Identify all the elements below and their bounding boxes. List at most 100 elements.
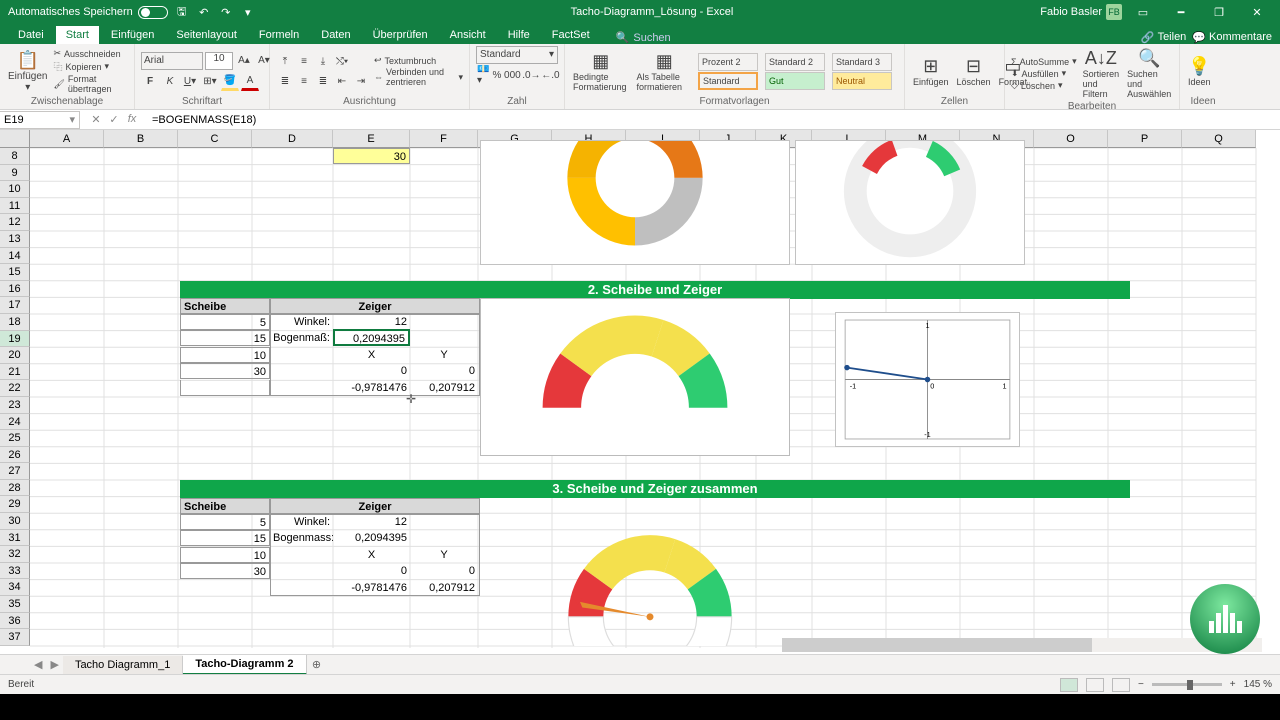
chart-donut-1[interactable] <box>480 140 790 265</box>
row-header-18[interactable]: 18 <box>0 314 30 331</box>
indent-inc-icon[interactable]: ⇥ <box>352 72 370 90</box>
cell-c33[interactable]: 30 <box>180 563 270 579</box>
tab-datei[interactable]: Datei <box>8 26 54 44</box>
row-header-15[interactable]: 15 <box>0 264 30 281</box>
tab-factset[interactable]: FactSet <box>542 26 600 44</box>
currency-icon[interactable]: 💶▾ <box>476 66 490 84</box>
ideas-button[interactable]: 💡Ideen <box>1186 54 1213 89</box>
col-header-d[interactable]: D <box>252 130 333 148</box>
fill-button[interactable]: ⬇ Ausfüllen ▾ <box>1011 68 1077 79</box>
cell-f21[interactable]: 0 <box>410 363 478 379</box>
share-button[interactable]: 🔗 Teilen <box>1141 31 1186 44</box>
chart-scatter-pointer[interactable]: 1 -1 -1 1 0 <box>835 312 1020 447</box>
select-all-corner[interactable] <box>0 130 30 148</box>
style-standard[interactable]: Standard <box>698 72 758 90</box>
cell-e30[interactable]: 12 <box>333 514 410 530</box>
cell-e22[interactable]: -0,9781476 <box>333 380 410 396</box>
horizontal-scrollbar[interactable] <box>782 638 1262 652</box>
cell-c32[interactable]: 10 <box>180 547 270 563</box>
cell-e20[interactable]: X <box>333 347 410 363</box>
row-header-10[interactable]: 10 <box>0 181 30 198</box>
add-sheet-button[interactable]: ⊕ <box>307 658 327 671</box>
merge-center-button[interactable]: ⇔ Verbinden und zentrieren ▾ <box>374 67 463 87</box>
col-header-e[interactable]: E <box>333 130 410 148</box>
cell-d19[interactable]: Bogenmaß: <box>270 330 333 346</box>
border-button[interactable]: ⊞▾ <box>201 73 219 91</box>
close-icon[interactable]: ✕ <box>1240 0 1274 24</box>
sheet-tab-1[interactable]: Tacho Diagramm_1 <box>63 656 183 674</box>
clear-button[interactable]: ◇ Löschen ▾ <box>1011 80 1077 91</box>
cell-e34[interactable]: -0,9781476 <box>333 580 410 596</box>
comments-button[interactable]: 💬 Kommentare <box>1192 31 1272 44</box>
row-header-32[interactable]: 32 <box>0 546 30 563</box>
col-header-b[interactable]: B <box>104 130 178 148</box>
cell-e18[interactable]: 12 <box>333 314 410 330</box>
row-header-28[interactable]: 28 <box>0 480 30 497</box>
tab-ueberpruefen[interactable]: Überprüfen <box>363 26 438 44</box>
zoom-out-icon[interactable]: − <box>1138 679 1144 690</box>
row-header-16[interactable]: 16 <box>0 281 30 298</box>
font-size-select[interactable]: 10 <box>205 52 233 70</box>
enter-formula-icon[interactable]: ✓ <box>106 113 122 126</box>
number-format-select[interactable]: Standard▾ <box>476 46 558 64</box>
cell-c18[interactable]: 5 <box>180 314 270 330</box>
row-header-12[interactable]: 12 <box>0 214 30 231</box>
minimize-icon[interactable]: ━ <box>1164 0 1198 24</box>
zoom-level[interactable]: 145 % <box>1244 679 1272 690</box>
align-top-icon[interactable]: ⤒ <box>276 52 294 70</box>
insert-cells-button[interactable]: ⊞Einfügen <box>911 54 951 89</box>
font-name-select[interactable]: Arial <box>141 52 203 70</box>
row-header-11[interactable]: 11 <box>0 198 30 215</box>
cell-c31[interactable]: 15 <box>180 530 270 546</box>
zoom-slider[interactable] <box>1152 683 1222 686</box>
indent-dec-icon[interactable]: ⇤ <box>333 72 351 90</box>
format-table-button[interactable]: ▦Als Tabelle formatieren <box>635 49 694 94</box>
sort-filter-button[interactable]: A↓ZSortieren und Filtern <box>1081 46 1122 101</box>
worksheet-area[interactable]: ABCDEFGHIJKLMNOPQ 8910111213141516171819… <box>0 130 1280 650</box>
tab-ansicht[interactable]: Ansicht <box>440 26 496 44</box>
copy-button[interactable]: ⿻Kopieren ▾ <box>53 60 128 73</box>
tab-einfuegen[interactable]: Einfügen <box>101 26 164 44</box>
row-header-31[interactable]: 31 <box>0 530 30 547</box>
row-header-9[interactable]: 9 <box>0 165 30 182</box>
row-header-27[interactable]: 27 <box>0 463 30 480</box>
cell-e31[interactable]: 0,2094395 <box>333 530 410 546</box>
format-painter-button[interactable]: 🖌Format übertragen <box>53 74 128 94</box>
col-header-p[interactable]: P <box>1108 130 1182 148</box>
row-header-29[interactable]: 29 <box>0 496 30 513</box>
row-header-25[interactable]: 25 <box>0 430 30 447</box>
cell-c20[interactable]: 10 <box>180 347 270 363</box>
zoom-in-icon[interactable]: + <box>1230 679 1236 690</box>
col-header-a[interactable]: A <box>30 130 104 148</box>
align-left-icon[interactable]: ≣ <box>276 72 294 90</box>
row-header-21[interactable]: 21 <box>0 364 30 381</box>
row-header-19[interactable]: 19 <box>0 331 30 348</box>
cell-e8[interactable]: 30 <box>333 148 410 164</box>
name-box[interactable]: E19▾ <box>0 111 80 129</box>
undo-icon[interactable]: ↶ <box>196 4 212 20</box>
cell-de17[interactable]: Zeiger <box>270 298 480 314</box>
fx-icon[interactable]: fx <box>124 113 140 126</box>
tab-start[interactable]: Start <box>56 26 99 44</box>
row-header-13[interactable]: 13 <box>0 231 30 248</box>
view-layout-icon[interactable] <box>1086 678 1104 692</box>
chart-gauge-combined[interactable] <box>530 506 770 646</box>
tab-seitenlayout[interactable]: Seitenlayout <box>166 26 247 44</box>
paste-button[interactable]: 📋Einfügen▾ <box>6 48 49 95</box>
fill-color-button[interactable]: 🪣 <box>221 73 239 91</box>
tab-formeln[interactable]: Formeln <box>249 26 309 44</box>
view-normal-icon[interactable] <box>1060 678 1078 692</box>
italic-button[interactable]: K <box>161 73 179 91</box>
style-gut[interactable]: Gut <box>765 72 825 90</box>
row-header-34[interactable]: 34 <box>0 579 30 596</box>
row-header-8[interactable]: 8 <box>0 148 30 165</box>
ribbon-opts-icon[interactable]: ▭ <box>1126 0 1160 24</box>
cut-button[interactable]: ✂Ausschneiden <box>53 48 128 59</box>
user-name[interactable]: Fabio Basler <box>1040 6 1102 18</box>
col-header-o[interactable]: O <box>1034 130 1108 148</box>
chart-gauge-section2[interactable] <box>480 298 790 456</box>
user-badge[interactable]: FB <box>1106 4 1122 20</box>
autosave-toggle[interactable]: Automatisches Speichern <box>8 6 168 19</box>
formula-input[interactable]: =BOGENMASS(E18) <box>148 114 1280 126</box>
cell-d30[interactable]: Winkel: <box>270 514 333 530</box>
